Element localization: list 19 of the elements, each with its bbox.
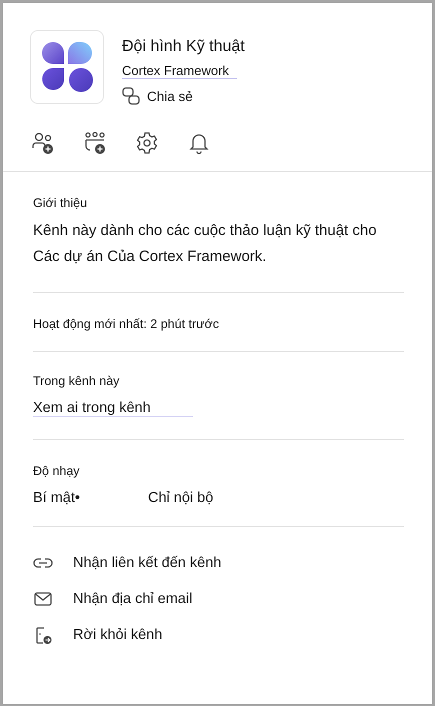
share-button[interactable]: Chia sẻ	[122, 87, 245, 105]
action-item[interactable]: Nhận địa chỉ email	[33, 581, 192, 617]
members-link[interactable]: Xem ai trong kênh	[33, 400, 193, 417]
channel-description: Kênh này dành cho các cuộc thảo luận kỹ thuật cho Các dự án Của Cortex Framework.	[33, 221, 378, 267]
channel-title: Đội hình Kỹ thuật	[122, 38, 245, 56]
sensitivity-value: Chỉ nội bộ	[148, 490, 214, 506]
petals-icon	[41, 41, 93, 93]
section-heading: Độ nhạy	[33, 464, 81, 478]
add-member-icon[interactable]	[31, 131, 55, 155]
team-name: Cortex Framework	[122, 63, 237, 79]
activity-text: Hoạt động mới nhất: 2 phút trước	[33, 317, 220, 331]
sensitivity-label: Bí mật•	[33, 490, 81, 506]
section-heading: Trong kênh này	[33, 374, 120, 388]
add-team-icon[interactable]	[83, 131, 107, 155]
share-icon	[122, 87, 140, 105]
settings-icon[interactable]	[135, 131, 159, 155]
action-item[interactable]: Nhận liên kết đến kênh	[33, 545, 222, 581]
action-item[interactable]: Rời khỏi kênh	[33, 617, 162, 653]
section-heading: Giới thiệu	[33, 196, 88, 210]
